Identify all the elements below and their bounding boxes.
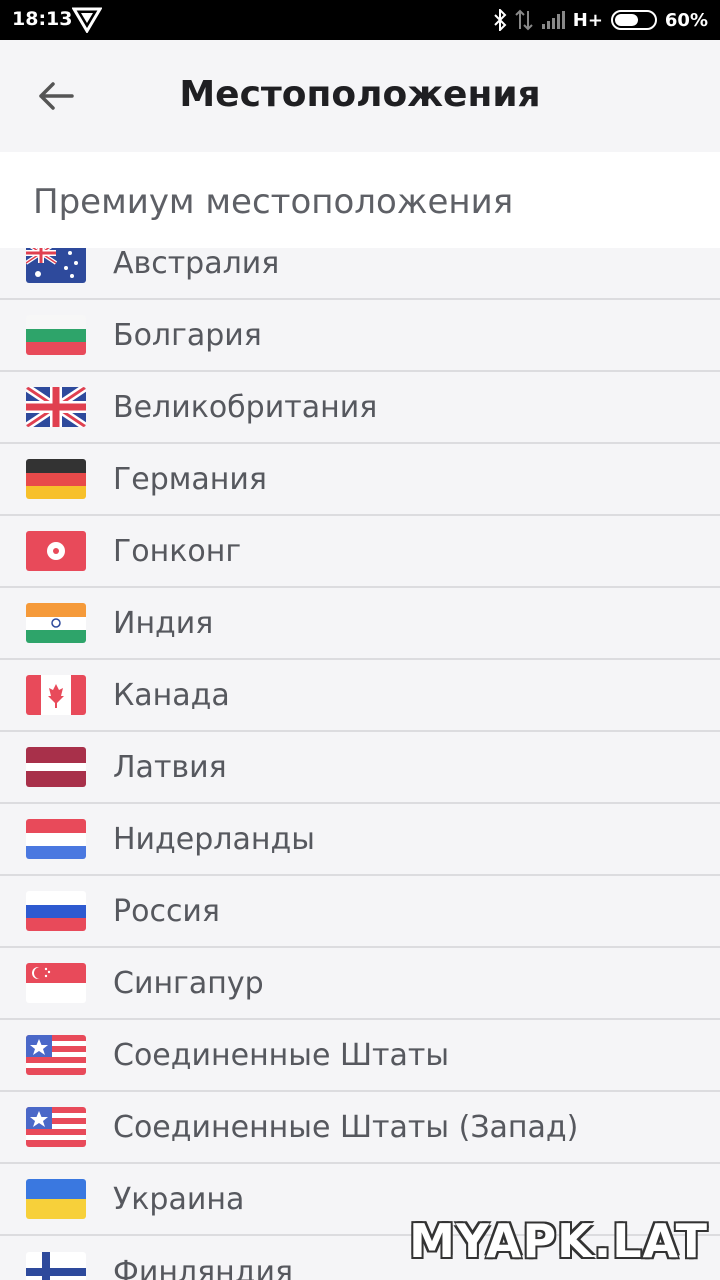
location-name: Латвия [113, 749, 227, 785]
location-row[interactable]: Великобритания [0, 372, 720, 444]
flag-ca-icon [26, 675, 86, 715]
location-list: Австралия Болгария Великобритания Германия… [0, 248, 720, 1280]
data-transfer-icon [515, 9, 533, 31]
location-name: Болгария [113, 317, 262, 353]
location-name: Канада [113, 677, 230, 713]
status-bar: 18:13 H+ 60% [0, 0, 720, 40]
flag-gb-icon [26, 387, 86, 427]
location-name: Австралия [113, 248, 280, 281]
page-title: Местоположения [179, 74, 541, 115]
location-row[interactable]: Болгария [0, 300, 720, 372]
location-row[interactable]: Соединенные Штаты (Запад) [0, 1092, 720, 1164]
flag-us-icon [26, 1107, 86, 1147]
flag-ua-icon [26, 1179, 86, 1219]
bluetooth-icon [494, 9, 507, 31]
location-row[interactable]: Канада [0, 660, 720, 732]
flag-au-icon [26, 248, 86, 283]
location-name: Германия [113, 461, 267, 497]
signal-icon [541, 11, 565, 29]
location-row[interactable]: Австралия [0, 248, 720, 300]
vpn-shield-icon [72, 7, 102, 33]
flag-in-icon [26, 603, 86, 643]
flag-de-icon [26, 459, 86, 499]
status-time: 18:13 [12, 8, 73, 30]
flag-fi-icon [26, 1252, 86, 1280]
location-name: Гонконг [113, 533, 242, 569]
location-name: Соединенные Штаты (Запад) [113, 1109, 579, 1145]
location-row[interactable]: Гонконг [0, 516, 720, 588]
flag-lv-icon [26, 747, 86, 787]
location-name: Нидерланды [113, 821, 315, 857]
location-row[interactable]: Германия [0, 444, 720, 516]
location-name: Сингапур [113, 965, 264, 1001]
battery-level [614, 14, 638, 26]
watermark: MYAPK.LAT [409, 1214, 708, 1268]
location-name: Финляндия [113, 1254, 294, 1280]
flag-us-icon [26, 1035, 86, 1075]
section-header: Премиум местоположения [0, 152, 720, 248]
location-name: Индия [113, 605, 214, 641]
location-row[interactable]: Латвия [0, 732, 720, 804]
flag-sg-icon [26, 963, 86, 1003]
location-row[interactable]: Россия [0, 876, 720, 948]
section-title: Премиум местоположения [33, 182, 514, 222]
status-icons: H+ 60% [493, 8, 708, 32]
flag-hk-icon [26, 531, 86, 571]
location-name: Украина [113, 1181, 245, 1217]
location-name: Соединенные Штаты [113, 1037, 450, 1073]
location-row[interactable]: Соединенные Штаты [0, 1020, 720, 1092]
flag-ru-icon [26, 891, 86, 931]
location-row[interactable]: Индия [0, 588, 720, 660]
network-type: H+ [572, 9, 603, 31]
flag-nl-icon [26, 819, 86, 859]
battery-percent: 60% [664, 9, 708, 31]
battery-icon [610, 10, 657, 30]
location-row[interactable]: Сингапур [0, 948, 720, 1020]
location-row[interactable]: Нидерланды [0, 804, 720, 876]
location-name: Великобритания [113, 389, 378, 425]
location-name: Россия [113, 893, 220, 929]
flag-bg-icon [26, 315, 86, 355]
app-bar: Местоположения [0, 40, 720, 152]
